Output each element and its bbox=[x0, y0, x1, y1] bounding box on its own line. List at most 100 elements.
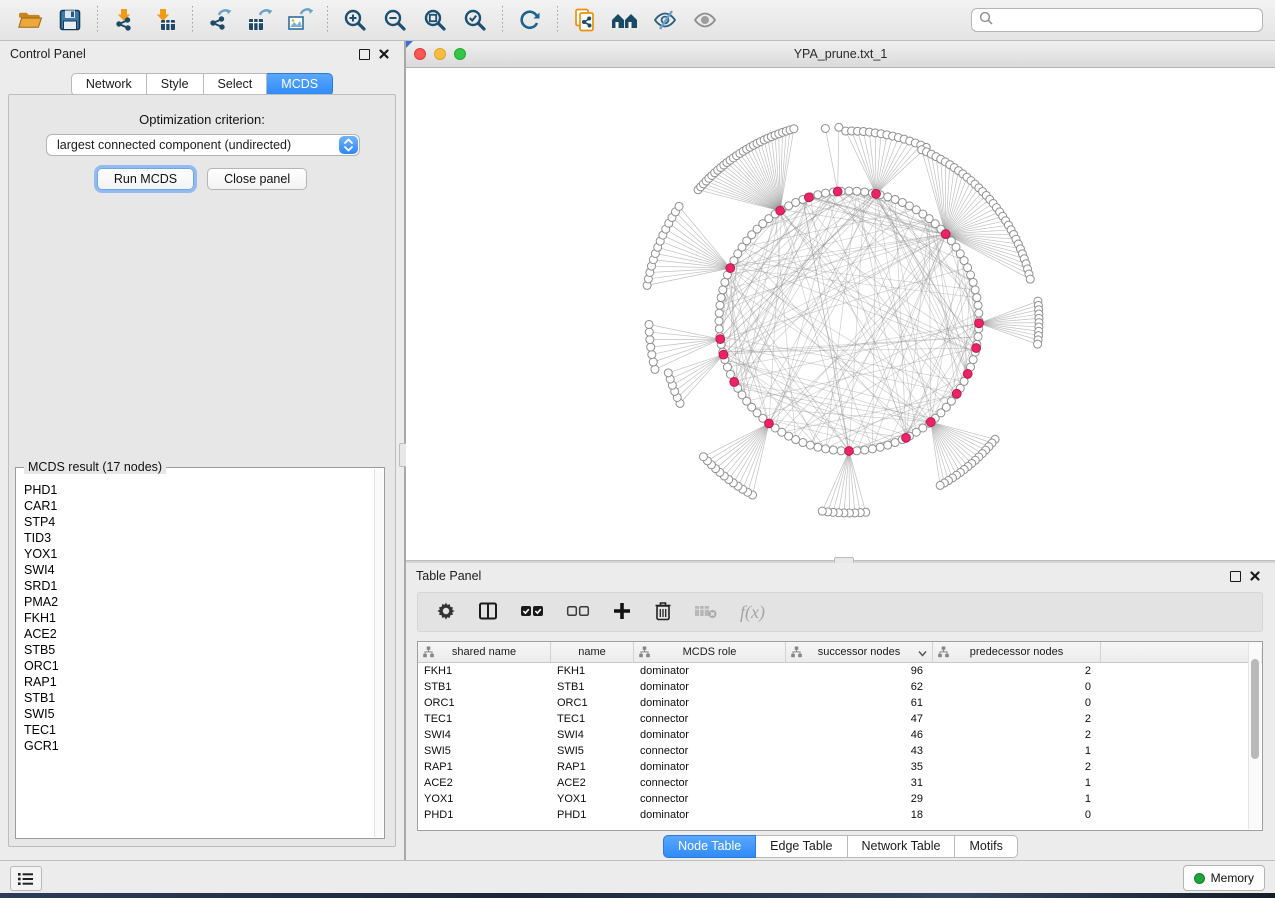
column-header-shared-name[interactable]: shared name bbox=[418, 642, 551, 662]
dropdown-stepper-icon bbox=[339, 136, 358, 154]
deselect-all-button[interactable] bbox=[566, 599, 590, 625]
table-panel-title: Table Panel bbox=[416, 569, 481, 583]
columns-button[interactable] bbox=[478, 599, 498, 625]
zoom-in-icon bbox=[343, 8, 367, 32]
mcds-result-item[interactable]: PHD1 bbox=[24, 482, 375, 498]
table-row[interactable]: FKH1FKH1dominator962 bbox=[418, 663, 1262, 679]
table-panel-tabs: Node TableEdge TableNetwork TableMotifs bbox=[406, 835, 1275, 858]
hide-selected-button[interactable] bbox=[645, 3, 685, 37]
zoom-out-button[interactable] bbox=[375, 3, 415, 37]
save-session-button[interactable] bbox=[50, 3, 90, 37]
close-table-panel-icon[interactable] bbox=[1245, 568, 1265, 584]
mcds-result-item[interactable]: SRD1 bbox=[24, 578, 375, 594]
search-input[interactable] bbox=[998, 10, 1262, 30]
tab-select[interactable]: Select bbox=[204, 73, 268, 96]
mcds-result-item[interactable]: GCR1 bbox=[24, 738, 375, 754]
show-panels-button[interactable] bbox=[10, 866, 42, 891]
table-row[interactable]: TEC1TEC1connector472 bbox=[418, 711, 1262, 727]
network-view-title: YPA_prune.txt_1 bbox=[406, 47, 1275, 61]
tab-style[interactable]: Style bbox=[147, 73, 204, 96]
network-view-titlebar[interactable]: YPA_prune.txt_1 bbox=[406, 41, 1275, 68]
network-canvas[interactable] bbox=[406, 68, 1275, 560]
mcds-result-item[interactable]: FKH1 bbox=[24, 610, 375, 626]
table-scrollbar[interactable] bbox=[1248, 643, 1261, 829]
first-neighbors-icon bbox=[611, 8, 639, 32]
table-row[interactable]: SWI4SWI4dominator462 bbox=[418, 727, 1262, 743]
tab-mcds[interactable]: MCDS bbox=[267, 73, 333, 96]
column-header-successor-nodes[interactable]: successor nodes bbox=[786, 642, 933, 662]
export-network-button[interactable] bbox=[200, 3, 240, 37]
table-scrollbar-thumb[interactable] bbox=[1251, 659, 1259, 759]
column-header-MCDS-role[interactable]: MCDS role bbox=[634, 642, 786, 662]
table-cell: dominator bbox=[634, 665, 786, 677]
table-cell: 29 bbox=[786, 793, 933, 805]
tab-edge-table[interactable]: Edge Table bbox=[756, 835, 847, 858]
mcds-result-item[interactable]: YOX1 bbox=[24, 546, 375, 562]
mcds-result-item[interactable]: TEC1 bbox=[24, 722, 375, 738]
run-mcds-button[interactable]: Run MCDS bbox=[97, 168, 194, 190]
tab-network[interactable]: Network bbox=[71, 73, 147, 96]
table-row[interactable]: ORC1ORC1dominator610 bbox=[418, 695, 1262, 711]
node-table[interactable]: shared namenameMCDS rolesuccessor nodesp… bbox=[417, 641, 1263, 831]
table-row[interactable]: SWI5SWI5connector431 bbox=[418, 743, 1262, 759]
table-cell: FKH1 bbox=[418, 665, 551, 677]
add-button[interactable] bbox=[612, 599, 632, 625]
criterion-dropdown[interactable]: largest connected component (undirected) bbox=[46, 134, 360, 156]
sort-arrow-icon[interactable] bbox=[918, 648, 927, 660]
new-network-from-selection-button[interactable] bbox=[565, 3, 605, 37]
table-row[interactable]: STB1STB1dominator620 bbox=[418, 679, 1262, 695]
close-panel-icon[interactable] bbox=[374, 46, 394, 62]
export-table-button[interactable] bbox=[240, 3, 280, 37]
tab-node-table[interactable]: Node Table bbox=[663, 835, 756, 858]
mcds-result-list[interactable]: PHD1CAR1STP4TID3YOX1SWI4SRD1PMA2FKH1ACE2… bbox=[16, 474, 375, 836]
zoom-selected-button[interactable] bbox=[455, 3, 495, 37]
tab-network-table[interactable]: Network Table bbox=[848, 835, 956, 858]
memory-button[interactable]: Memory bbox=[1183, 865, 1265, 891]
mcds-result-item[interactable]: SWI4 bbox=[24, 562, 375, 578]
column-header-predecessor-nodes[interactable]: predecessor nodes bbox=[933, 642, 1101, 662]
close-panel-button[interactable]: Close panel bbox=[207, 168, 307, 190]
mcds-result-item[interactable]: SWI5 bbox=[24, 706, 375, 722]
select-all-button[interactable] bbox=[520, 599, 544, 625]
float-panel-icon[interactable] bbox=[354, 46, 374, 62]
mcds-list-scrollbar[interactable] bbox=[374, 469, 383, 837]
table-row[interactable]: ACE2ACE2connector311 bbox=[418, 775, 1262, 791]
mcds-result-item[interactable]: STB5 bbox=[24, 642, 375, 658]
export-image-button[interactable] bbox=[280, 3, 320, 37]
table-cell: 2 bbox=[933, 761, 1101, 773]
mcds-result-item[interactable]: TID3 bbox=[24, 530, 375, 546]
mcds-result-item[interactable]: ACE2 bbox=[24, 626, 375, 642]
table-row[interactable]: PHD1PHD1dominator180 bbox=[418, 807, 1262, 823]
mcds-result-item[interactable]: PMA2 bbox=[24, 594, 375, 610]
settings-button[interactable] bbox=[436, 599, 456, 625]
import-table-button[interactable] bbox=[145, 3, 185, 37]
clear-table-icon bbox=[694, 602, 718, 623]
mcds-result-item[interactable]: RAP1 bbox=[24, 674, 375, 690]
attribute-type-icon bbox=[791, 646, 802, 661]
table-row[interactable]: YOX1YOX1connector291 bbox=[418, 791, 1262, 807]
refresh-button[interactable] bbox=[510, 3, 550, 37]
import-network-button[interactable] bbox=[105, 3, 145, 37]
function-button: f(x) bbox=[740, 599, 765, 625]
mcds-result-item[interactable]: ORC1 bbox=[24, 658, 375, 674]
open-file-button[interactable] bbox=[10, 3, 50, 37]
table-row[interactable]: RAP1RAP1dominator352 bbox=[418, 759, 1262, 775]
show-all-button[interactable] bbox=[685, 3, 725, 37]
search-box[interactable] bbox=[971, 8, 1263, 32]
zoom-selected-icon bbox=[463, 8, 487, 32]
new-network-from-selection-icon bbox=[573, 8, 597, 32]
first-neighbors-button[interactable] bbox=[605, 3, 645, 37]
hide-selected-icon bbox=[652, 8, 678, 32]
table-cell: FKH1 bbox=[551, 665, 634, 677]
zoom-fit-button[interactable] bbox=[415, 3, 455, 37]
import-network-icon bbox=[112, 8, 138, 32]
float-table-panel-icon[interactable] bbox=[1225, 568, 1245, 584]
delete-button[interactable] bbox=[654, 599, 672, 625]
zoom-in-button[interactable] bbox=[335, 3, 375, 37]
mcds-result-item[interactable]: STP4 bbox=[24, 514, 375, 530]
table-cell: 2 bbox=[933, 729, 1101, 741]
mcds-result-item[interactable]: CAR1 bbox=[24, 498, 375, 514]
mcds-result-item[interactable]: STB1 bbox=[24, 690, 375, 706]
column-header-name[interactable]: name bbox=[551, 642, 634, 662]
tab-motifs[interactable]: Motifs bbox=[955, 835, 1017, 858]
